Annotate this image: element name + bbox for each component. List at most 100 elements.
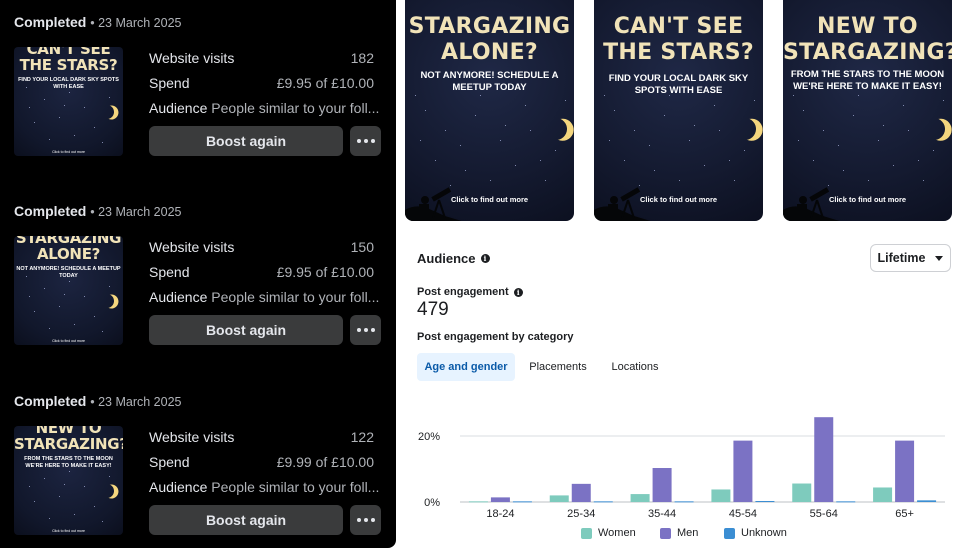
audience-title-text: Audience — [417, 251, 476, 266]
poster-cta: Click to find out more — [450, 195, 529, 204]
ad-thumbnail[interactable]: CAN'T SEE THE STARS? FIND YOUR LOCAL DARK… — [14, 47, 123, 156]
dot — [363, 518, 368, 522]
spend-value: £9.95 of £10.00 — [276, 264, 374, 280]
campaign-status-line: Completed • 23 March 2025 — [14, 203, 181, 219]
bar-unknown-65+ — [917, 500, 937, 502]
audience-row: Audience People similar to your foll... — [149, 100, 379, 116]
poster-cta: Click to find out more — [639, 195, 718, 204]
bar-men-45-54 — [733, 440, 753, 502]
campaign-card: Completed • 23 March 2025 STARGAZING ALON… — [0, 189, 396, 378]
campaign-date: • 23 March 2025 — [90, 16, 182, 30]
caret-down-icon — [935, 255, 944, 261]
info-icon[interactable]: i — [480, 254, 490, 263]
audience-label: Audience — [149, 100, 208, 116]
audience-value: People similar to your foll... — [211, 289, 380, 305]
thumbnail-subline: FIND YOUR LOCAL DARK SKY SPOTS WITH EASE — [18, 77, 119, 90]
audience-label: Audience — [149, 289, 208, 305]
thumbnail-cta: Click to find out more — [52, 339, 85, 343]
boost-again-button[interactable]: Boost again — [149, 315, 343, 345]
dot — [370, 518, 375, 522]
lifetime-label: Lifetime — [877, 251, 926, 265]
audience-label: Audience — [149, 479, 208, 495]
legend-women: Women — [581, 527, 636, 539]
legend-label-men: Men — [677, 527, 699, 539]
website-visits-label: Website visits — [149, 239, 235, 255]
campaign-status-line: Completed • 23 March 2025 — [14, 393, 181, 409]
website-visits-label: Website visits — [149, 429, 235, 445]
bar-unknown-35-44 — [674, 501, 694, 503]
info-icon[interactable]: i — [513, 287, 523, 297]
thumbnail-cta: Click to find out more — [52, 529, 85, 533]
bar-women-55-64 — [792, 483, 812, 502]
bar-women-65+ — [873, 487, 893, 502]
audience-title: Audience i — [417, 251, 490, 266]
more-options-button[interactable] — [350, 505, 381, 535]
dot — [363, 139, 368, 143]
bar-men-18-24 — [490, 497, 510, 502]
tab-age-and-gender[interactable]: Age and gender — [417, 353, 515, 381]
thumbnail-cta: Click to find out more — [52, 150, 85, 154]
legend-men: Men — [660, 527, 698, 539]
bar-unknown-55-64 — [836, 501, 856, 503]
dot — [370, 139, 375, 143]
boost-again-button[interactable]: Boost again — [149, 505, 343, 535]
bar-unknown-25-34 — [593, 501, 613, 503]
dot — [370, 328, 375, 332]
bar-men-55-64 — [814, 417, 834, 502]
thumbnail-subline: NOT ANYMORE! SCHEDULE A MEETUP TODAY — [16, 266, 121, 279]
legend-label-women: Women — [598, 527, 636, 539]
spend-label: Spend — [149, 264, 190, 280]
more-options-button[interactable] — [350, 126, 381, 156]
x-tick-label: 65+ — [895, 508, 914, 520]
campaign-status-line: Completed • 23 March 2025 — [14, 14, 181, 30]
tab-locations[interactable]: Locations — [603, 353, 667, 381]
age-gender-bar-chart: 20% 0% 18-24 25-34 35-44 45-54 55-64 65+ — [418, 417, 945, 520]
more-options-button[interactable] — [350, 315, 381, 345]
thumbnail-headline: STARGAZING ALONE? — [15, 236, 122, 263]
page-root: Completed • 23 March 2025 CAN'T SEE THE S… — [0, 0, 963, 548]
ad-creative-poster[interactable]: NEW TO STARGAZING? FROM THE STARS TO THE … — [783, 0, 952, 221]
website-visits-value: 150 — [350, 239, 374, 255]
audience-value: People similar to your foll... — [211, 100, 380, 116]
thumbnail-headline: NEW TO STARGAZING? — [14, 426, 123, 453]
ad-creative-poster[interactable]: STARGAZING ALONE? NOT ANYMORE! SCHEDULE A… — [405, 0, 574, 221]
poster-headline: NEW TO STARGAZING? — [783, 14, 952, 65]
bar-women-35-44 — [630, 494, 650, 502]
x-tick-label: 55-64 — [810, 508, 838, 520]
spend-value: £9.95 of £10.00 — [276, 75, 374, 91]
audience-row: Audience People similar to your foll... — [149, 289, 379, 305]
website-visits-value: 182 — [350, 50, 374, 66]
poster-cta: Click to find out more — [828, 195, 907, 204]
post-engagement-by-category-label: Post engagement by category — [417, 331, 574, 343]
legend-swatch-women — [581, 527, 592, 539]
ad-thumbnail[interactable]: NEW TO STARGAZING? FROM THE STARS TO THE … — [14, 426, 123, 535]
status-label: Completed — [14, 14, 87, 30]
legend-swatch-men — [660, 527, 671, 539]
audience-row: Audience People similar to your foll... — [149, 479, 379, 495]
status-label: Completed — [14, 393, 87, 409]
tab-placements[interactable]: Placements — [523, 353, 593, 381]
spend-label: Spend — [149, 75, 190, 91]
x-tick-label: 18-24 — [486, 508, 514, 520]
x-tick-label: 35-44 — [648, 508, 676, 520]
ad-thumbnail[interactable]: STARGAZING ALONE? NOT ANYMORE! SCHEDULE A… — [14, 236, 123, 345]
poster-headline: CAN'T SEE THE STARS? — [603, 14, 754, 65]
spend-value: £9.99 of £10.00 — [276, 454, 374, 470]
lifetime-dropdown[interactable]: Lifetime — [870, 244, 951, 272]
post-engagement-label: Post engagement i — [417, 286, 523, 298]
ad-creative-poster[interactable]: CAN'T SEE THE STARS? FIND YOUR LOCAL DARK… — [594, 0, 763, 221]
spend-label: Spend — [149, 454, 190, 470]
legend-unknown: Unknown — [724, 527, 787, 539]
audience-value: People similar to your foll... — [211, 479, 380, 495]
boost-again-button[interactable]: Boost again — [149, 126, 343, 156]
campaign-date: • 23 March 2025 — [90, 205, 182, 219]
dot — [356, 518, 361, 522]
post-engagement-value: 479 — [417, 299, 449, 320]
bar-unknown-18-24 — [512, 501, 532, 503]
thumbnail-subline: FROM THE STARS TO THE MOON WE'RE HERE TO… — [24, 456, 113, 469]
poster-subline: FROM THE STARS TO THE MOON WE'RE HERE TO… — [790, 69, 945, 92]
legend-swatch-unknown — [724, 527, 735, 539]
poster-subline: NOT ANYMORE! SCHEDULE A MEETUP TODAY — [420, 70, 559, 93]
y-tick-label: 0% — [424, 497, 440, 509]
x-tick-label: 45-54 — [729, 508, 757, 520]
